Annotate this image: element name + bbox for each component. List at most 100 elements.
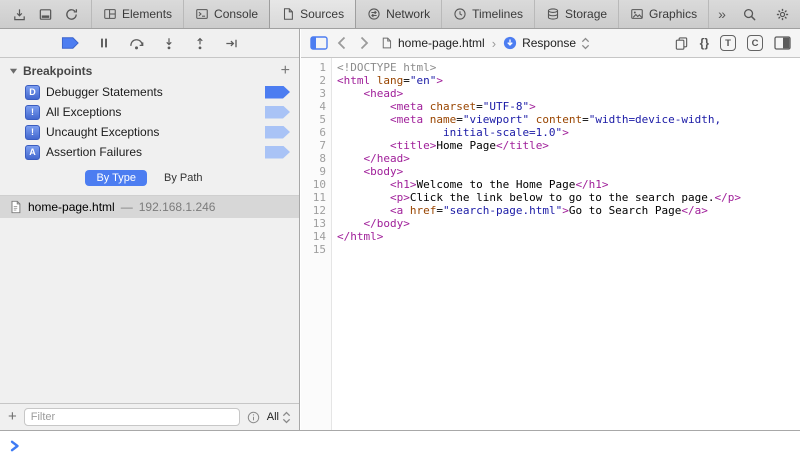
- back-button[interactable]: [337, 36, 347, 50]
- line-number[interactable]: 1: [301, 61, 332, 74]
- code-text[interactable]: [332, 243, 337, 256]
- code-text[interactable]: <meta name="viewport" content="width=dev…: [332, 113, 721, 126]
- pause-button[interactable]: [97, 36, 111, 50]
- tab-sources[interactable]: Sources: [269, 0, 356, 28]
- resource-row-home-page[interactable]: home-page.html — 192.168.1.246: [0, 196, 299, 218]
- line-number[interactable]: 14: [301, 230, 332, 243]
- web-inspector-window: Elements Console Sources Network Timelin…: [0, 0, 800, 461]
- breakpoint-row-debugger-statements[interactable]: D Debugger Statements: [0, 82, 299, 102]
- file-icon: [380, 36, 393, 50]
- line-number[interactable]: 4: [301, 100, 332, 113]
- code-text[interactable]: <!DOCTYPE html>: [332, 61, 436, 74]
- breadcrumb-file-name[interactable]: home-page.html: [398, 36, 485, 50]
- line-number[interactable]: 7: [301, 139, 332, 152]
- up-down-chevrons-icon[interactable]: [581, 37, 590, 50]
- add-breakpoint-button[interactable]: +: [281, 65, 290, 77]
- line-number[interactable]: 3: [301, 87, 332, 100]
- back-chevron-icon: [337, 36, 347, 50]
- forward-button[interactable]: [359, 36, 369, 50]
- scope-by-type-button[interactable]: By Type: [85, 170, 147, 186]
- code-text[interactable]: <title>Home Page</title>: [332, 139, 549, 152]
- line-number[interactable]: 15: [301, 243, 332, 256]
- reload-button[interactable]: [64, 7, 79, 22]
- code-text[interactable]: </body>: [332, 217, 410, 230]
- network-icon: [367, 7, 381, 21]
- code-text[interactable]: <p>Click the link below to go to the sea…: [332, 191, 741, 204]
- breakpoint-disabled-marker[interactable]: [265, 126, 290, 139]
- code-line: 12 <a href="search-page.html">Go to Sear…: [301, 204, 800, 217]
- line-number[interactable]: 13: [301, 217, 332, 230]
- line-number[interactable]: 8: [301, 152, 332, 165]
- tab-overflow-button[interactable]: »: [708, 0, 735, 28]
- debugger-sidebar: Breakpoints + D Debugger Statements ! Al…: [0, 29, 300, 430]
- step-into-button[interactable]: [162, 36, 176, 51]
- step-next-button[interactable]: [224, 36, 239, 51]
- code-text[interactable]: </html>: [332, 230, 383, 243]
- code-text[interactable]: <html lang="en">: [332, 74, 443, 87]
- source-code-editor[interactable]: 1 <!DOCTYPE html> 2 <html lang="en"> 3 <…: [301, 58, 800, 430]
- filter-scope-select[interactable]: All: [267, 411, 291, 424]
- breadcrumb-section-label[interactable]: Response: [522, 36, 576, 50]
- tab-console[interactable]: Console: [183, 0, 269, 28]
- dock-button[interactable]: [38, 7, 53, 22]
- window-buttons: [0, 0, 91, 28]
- quick-console-bar[interactable]: [0, 430, 800, 461]
- line-number[interactable]: 6: [301, 126, 332, 139]
- editor-action-buttons: {} T C: [674, 35, 791, 51]
- code-line: 10 <h1>Welcome to the Home Page</h1>: [301, 178, 800, 191]
- type-profiler-button[interactable]: T: [720, 35, 736, 51]
- scope-by-path-button[interactable]: By Path: [153, 170, 214, 186]
- copy-button[interactable]: [674, 36, 689, 51]
- sidebar-toggle-button[interactable]: [310, 36, 328, 50]
- line-number[interactable]: 12: [301, 204, 332, 217]
- breakpoint-row-all-exceptions[interactable]: ! All Exceptions: [0, 102, 299, 122]
- step-into-icon: [162, 36, 176, 51]
- step-out-button[interactable]: [193, 36, 207, 51]
- breakpoint-disabled-marker[interactable]: [265, 146, 290, 159]
- disclosure-triangle-icon[interactable]: [9, 67, 18, 75]
- tab-elements[interactable]: Elements: [91, 0, 183, 28]
- tab-graphics[interactable]: Graphics: [618, 0, 708, 28]
- code-text[interactable]: </head>: [332, 152, 410, 165]
- code-text[interactable]: <body>: [332, 165, 403, 178]
- breakpoint-row-assertion-failures[interactable]: A Assertion Failures: [0, 142, 299, 162]
- debugger-statements-icon: D: [25, 85, 40, 100]
- main-tab-bar: Elements Console Sources Network Timelin…: [0, 0, 800, 29]
- tab-timelines[interactable]: Timelines: [441, 0, 534, 28]
- content-toolbar: home-page.html › Response {} T C: [301, 29, 800, 58]
- search-button[interactable]: [735, 7, 764, 22]
- line-number[interactable]: 9: [301, 165, 332, 178]
- split-view-button[interactable]: [774, 36, 791, 50]
- line-number[interactable]: 10: [301, 178, 332, 191]
- tab-storage[interactable]: Storage: [534, 0, 618, 28]
- code-text[interactable]: <h1>Welcome to the Home Page</h1>: [332, 178, 609, 191]
- code-line: 1 <!DOCTYPE html>: [301, 61, 800, 74]
- code-text[interactable]: <head>: [332, 87, 403, 100]
- breakpoint-row-uncaught-exceptions[interactable]: ! Uncaught Exceptions: [0, 122, 299, 142]
- filter-add-button[interactable]: +: [8, 411, 17, 423]
- filter-scope-label: All: [267, 411, 279, 423]
- console-icon: [195, 7, 209, 21]
- filter-input[interactable]: [24, 408, 240, 426]
- breakpoint-label: Assertion Failures: [46, 145, 142, 159]
- breakpoint-disabled-marker[interactable]: [265, 106, 290, 119]
- code-text[interactable]: <a href="search-page.html">Go to Search …: [332, 204, 708, 217]
- code-text[interactable]: initial-scale=1.0">: [332, 126, 569, 139]
- line-number[interactable]: 11: [301, 191, 332, 204]
- info-icon[interactable]: [247, 411, 260, 424]
- line-number[interactable]: 2: [301, 74, 332, 87]
- breakpoints-toggle-button[interactable]: [61, 36, 80, 50]
- export-button[interactable]: [12, 7, 27, 22]
- tab-network[interactable]: Network: [356, 0, 441, 28]
- elements-icon: [103, 7, 117, 21]
- step-over-button[interactable]: [128, 36, 145, 51]
- breakpoint-icon: [61, 36, 80, 50]
- code-line: 3 <head>: [301, 87, 800, 100]
- assertion-failures-icon: A: [25, 145, 40, 160]
- settings-button[interactable]: [768, 7, 797, 22]
- code-coverage-button[interactable]: C: [747, 35, 763, 51]
- code-text[interactable]: <meta charset="UTF-8">: [332, 100, 536, 113]
- breakpoint-enabled-marker[interactable]: [265, 86, 290, 99]
- line-number[interactable]: 5: [301, 113, 332, 126]
- pretty-print-button[interactable]: {}: [700, 36, 709, 50]
